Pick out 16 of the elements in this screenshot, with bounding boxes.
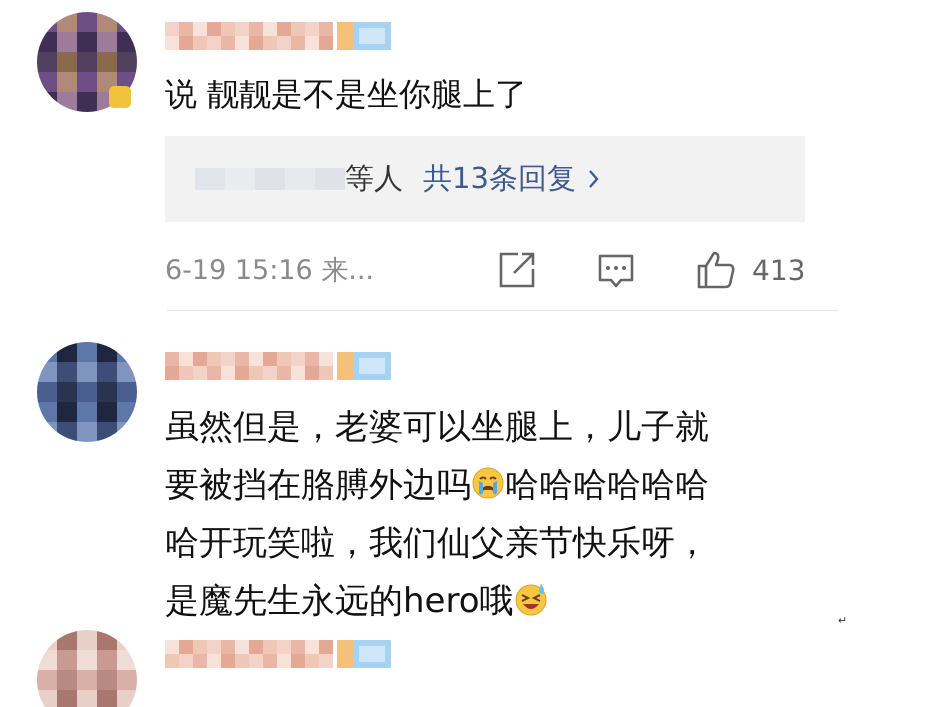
paragraph-mark: ↵	[838, 614, 848, 627]
comment-text: 虽然但是，老婆可以坐腿上，儿子就 要被挡在胳膊外边吗 哈哈哈哈哈哈 哈开玩笑啦，我们仙父亲节快乐呀， 是魔先生永远的hero哦	[165, 406, 709, 623]
comment-text: 说 靓靓是不是坐你腿上了	[165, 74, 528, 114]
share-icon[interactable]	[498, 251, 536, 289]
avatar[interactable]	[37, 342, 137, 442]
avatar[interactable]	[37, 12, 137, 112]
like-button[interactable]: 413	[696, 250, 806, 290]
crying-face-icon	[471, 466, 505, 500]
badge-icon	[337, 352, 391, 380]
badge-icon	[337, 22, 391, 50]
laughing-face-icon	[514, 582, 548, 616]
chevron-right-icon	[588, 169, 600, 189]
replies-link[interactable]: 等人 共13条回复	[165, 136, 805, 222]
badge-icon	[337, 640, 391, 668]
comment-time: 6-19 15:16 来...	[165, 254, 375, 288]
thumbs-up-icon	[696, 250, 736, 290]
